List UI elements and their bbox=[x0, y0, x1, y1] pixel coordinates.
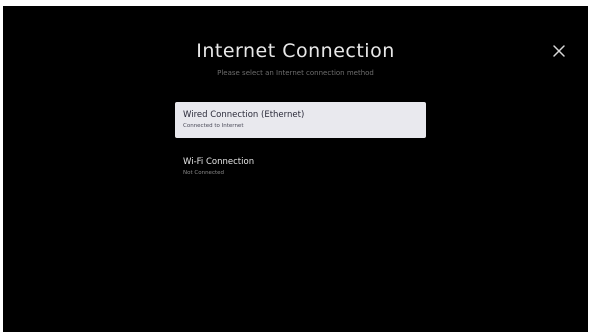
wired-connection-label: Wired Connection (Ethernet) bbox=[183, 110, 305, 120]
wifi-connection-label: Wi-Fi Connection bbox=[183, 157, 255, 167]
tv-screen: Internet Connection Please select an Int… bbox=[3, 6, 588, 332]
wifi-connection-status: Not Connected bbox=[183, 170, 225, 176]
wired-connection-status: Connected to Internet bbox=[183, 123, 244, 129]
page-title: Internet Connection bbox=[196, 40, 395, 62]
page-subtitle: Please select an Internet connection met… bbox=[217, 69, 374, 77]
wired-connection-option[interactable]: Wired Connection (Ethernet) Connected to… bbox=[175, 102, 426, 138]
close-button[interactable] bbox=[550, 42, 568, 60]
close-icon bbox=[553, 45, 565, 57]
wifi-connection-option[interactable]: Wi-Fi Connection Not Connected bbox=[175, 149, 426, 185]
